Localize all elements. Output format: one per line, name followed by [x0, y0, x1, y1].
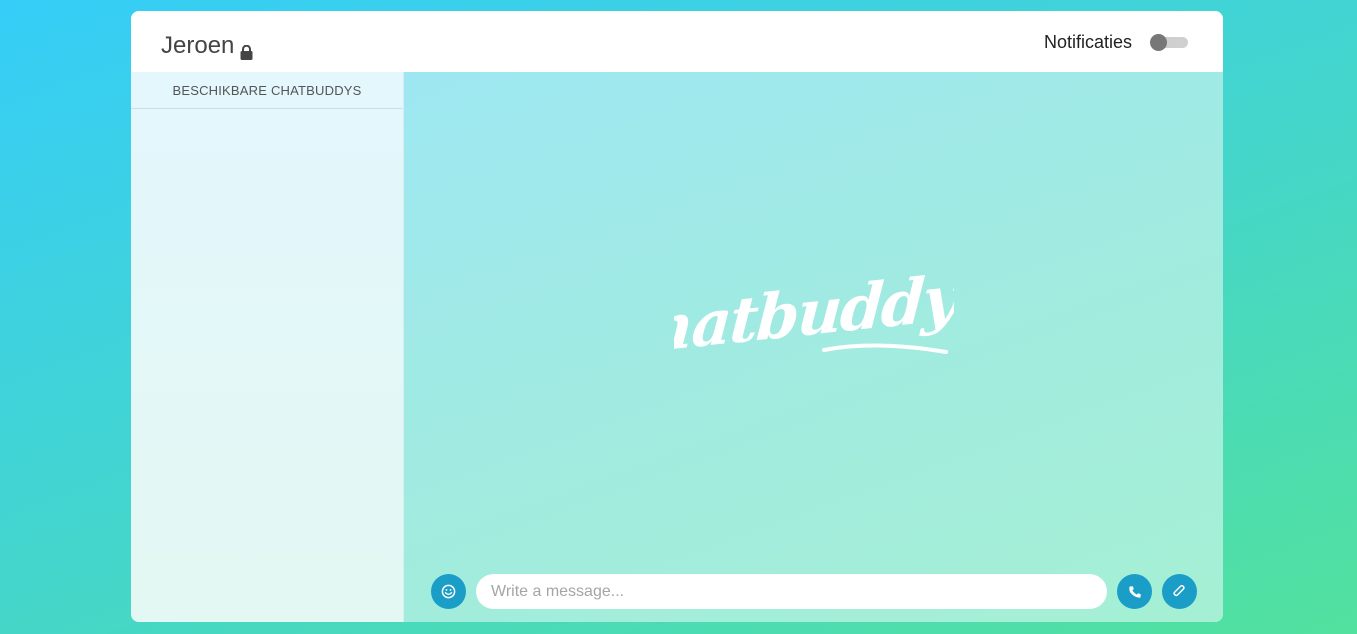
chatbuddys-logo: Chatbuddy's: [674, 262, 954, 367]
notifications-label: Notificaties: [1043, 31, 1132, 52]
lock-icon: [240, 39, 253, 60]
user-info: Jeroen: [161, 32, 253, 60]
paperclip-icon: [1173, 584, 1185, 597]
smiley-icon: [441, 584, 456, 599]
call-button[interactable]: [1117, 574, 1152, 609]
svg-text:Chatbuddy's: Chatbuddy's: [674, 262, 954, 367]
username: Jeroen: [161, 32, 235, 59]
phone-icon: [1128, 585, 1141, 598]
chat-app-window: Jeroen Notificaties BESCHIKBARE CHATBUDD…: [131, 11, 1223, 622]
message-input[interactable]: [476, 574, 1107, 609]
toggle-knob[interactable]: [1150, 34, 1167, 51]
notifications-toggle[interactable]: [1150, 31, 1193, 53]
notifications-control: Notificaties: [1044, 31, 1193, 53]
chat-area: Chatbuddy's: [404, 72, 1223, 622]
sidebar: BESCHIKBARE CHATBUDDYS: [131, 72, 404, 622]
attach-button[interactable]: [1162, 574, 1197, 609]
sidebar-title: BESCHIKBARE CHATBUDDYS: [131, 72, 403, 109]
message-composer: [431, 574, 1199, 610]
emoji-button[interactable]: [431, 574, 466, 609]
app-header: Jeroen Notificaties: [131, 11, 1223, 72]
